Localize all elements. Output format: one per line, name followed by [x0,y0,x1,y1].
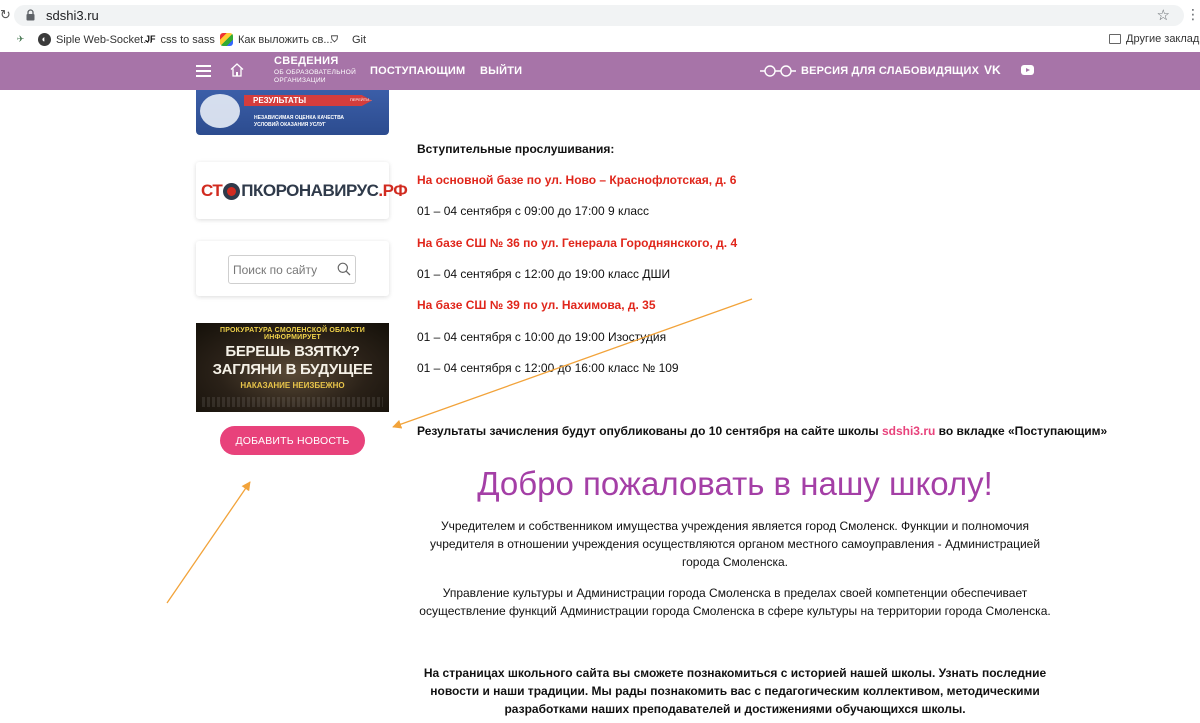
flag-swoosh-icon [200,94,240,128]
virus-icon [223,182,241,200]
prosecutor-banner[interactable]: ПРОКУРАТУРА СМОЛЕНСКОЙ ОБЛАСТИ ИНФОРМИРУ… [196,323,389,412]
glasses-icon[interactable] [760,64,796,78]
other-bookmarks-label: Другие закладки [1126,33,1200,45]
bookmark-label: Git [352,33,367,46]
reload-icon[interactable]: ↻ [0,7,11,23]
search-widget [196,241,389,296]
address-field[interactable]: sdshi3.ru ☆ [14,5,1184,26]
other-bookmarks[interactable]: Другие закладки [1109,33,1200,45]
site-navbar: СВЕДЕНИЯ ОБ ОБРАЗОВАТЕЛЬНОЙ ОРГАНИЗАЦИИ … [0,52,1200,90]
results-banner-tag: ПЕРЕЙТИ... [350,97,373,102]
results-banner-line2: УСЛОВИЙ ОКАЗАНИЯ УСЛУГ [254,122,326,128]
globe-icon: ◐ [38,33,51,46]
prosecutor-banner-line2: ЗАГЛЯНИ В БУДУЩЕЕ [212,361,373,378]
git-shield-icon: ⛉ [331,34,338,44]
home-icon[interactable] [229,62,245,78]
add-news-button[interactable]: ДОБАВИТЬ НОВОСТЬ [220,426,365,455]
bookmark-item[interactable]: ✈ [14,33,27,46]
hamburger-menu-icon[interactable] [196,65,211,77]
site-link[interactable]: sdshi3.ru [882,424,935,438]
bookmark-label: Как выложить св... [238,33,333,46]
prosecutor-banner-line3: НАКАЗАНИЕ НЕИЗБЕЖНО [240,381,345,390]
culture-paragraph: Управление культуры и Администрации горо… [419,586,1051,618]
browser-url-bar: ↻ sdshi3.ru ☆ ⋮ [0,0,1200,30]
folder-icon [1109,34,1121,44]
bookmark-star-icon[interactable]: ☆ [1157,6,1170,24]
auditions-title: Вступительные прослушивания: [417,142,615,156]
nav-applicants-link[interactable]: ПОСТУПАЮЩИМ [370,65,465,77]
nav-logout-link[interactable]: ВЫЙТИ [480,65,522,77]
founder-paragraph: Учредителем и собственником имущества уч… [429,519,1041,569]
bird-icon: ✈ [16,34,25,44]
nav-info-subtitle: ОБ ОБРАЗОВАТЕЛЬНОЙ ОРГАНИЗАЦИИ [274,69,357,85]
schedule-2: 01 – 04 сентября с 12:00 до 19:00 класс … [417,267,671,281]
schedule-1: 01 – 04 сентября с 09:00 до 17:00 9 клас… [417,204,650,218]
prosecutor-banner-line1: БЕРЕШЬ ВЗЯТКУ? [225,343,360,360]
menu-dots-icon[interactable]: ⋮ [1186,6,1200,23]
bookmark-item[interactable]: Как выложить св... [220,33,333,46]
stop-text-part: КОРОНАВИРУС [252,181,379,200]
bookmark-item[interactable]: JF css to sass [145,33,215,46]
welcome-heading: Добро пожаловать в нашу школу! [477,465,993,502]
location-2: На базе СШ № 36 по ул. Генерала Городнян… [417,236,738,250]
school-intro-paragraph: На страницах школьного сайта вы сможете … [423,666,1047,716]
stop-text-part: СТ [201,181,223,200]
colorful-square-icon [220,33,233,46]
bookmark-item[interactable]: ⛉ Git [328,33,366,46]
results-text-before: Результаты зачисления будут опубликованы… [417,424,882,438]
nav-info-link[interactable]: СВЕДЕНИЯ ОБ ОБРАЗОВАТЕЛЬНОЙ ОРГАНИЗАЦИИ [274,56,358,85]
jf-icon: JF [145,34,156,44]
results-banner-line1: НЕЗАВИСИМАЯ ОЦЕНКА КАЧЕСТВА [254,115,345,121]
arrow-to-add-news-below [166,481,251,604]
results-text-after: во вкладке «Поступающим» [935,424,1108,438]
results-banner-title: РЕЗУЛЬТАТЫ [253,96,307,105]
bookmark-label: Siple Web-Socket... [56,33,153,46]
youtube-icon[interactable] [1021,65,1034,75]
lock-icon [26,9,35,21]
prosecutor-banner-header: ПРОКУРАТУРА СМОЛЕНСКОЙ ОБЛАСТИ ИНФОРМИРУ… [219,327,366,341]
location-1: На основной базе по ул. Ново – Краснофло… [417,173,737,187]
vk-icon[interactable]: VK [984,63,1001,77]
address-text[interactable]: sdshi3.ru [46,8,99,23]
search-icon[interactable] [337,262,351,276]
stop-text-part: П [241,181,253,200]
nav-info-title: СВЕДЕНИЯ [274,55,339,67]
stop-coronavirus-logo: СТ П КОРОНАВИРУС .РФ [201,181,408,201]
bookmark-item[interactable]: ◐ Siple Web-Socket... [38,33,152,46]
nav-low-vision-link[interactable]: ВЕРСИЯ ДЛЯ СЛАБОВИДЯЩИХ [801,65,979,77]
results-notice: Результаты зачисления будут опубликованы… [417,424,1107,438]
fine-print [202,397,383,407]
stop-coronavirus-banner[interactable]: СТ П КОРОНАВИРУС .РФ [196,162,408,219]
schedule-4: 01 – 04 сентября с 12:00 до 16:00 класс … [417,361,679,375]
location-3: На базе СШ № 39 по ул. Нахимова, д. 35 [417,298,656,312]
bookmark-label: css to sass [160,33,215,46]
bookmarks-bar: ✈ ◐ Siple Web-Socket... JF css to sass К… [0,30,1200,52]
stop-text-part: .РФ [378,181,408,200]
schedule-3: 01 – 04 сентября с 10:00 до 19:00 Изосту… [417,330,667,344]
results-banner[interactable]: РЕЗУЛЬТАТЫ ПЕРЕЙТИ... НЕЗАВИСИМАЯ ОЦЕНКА… [196,90,389,135]
